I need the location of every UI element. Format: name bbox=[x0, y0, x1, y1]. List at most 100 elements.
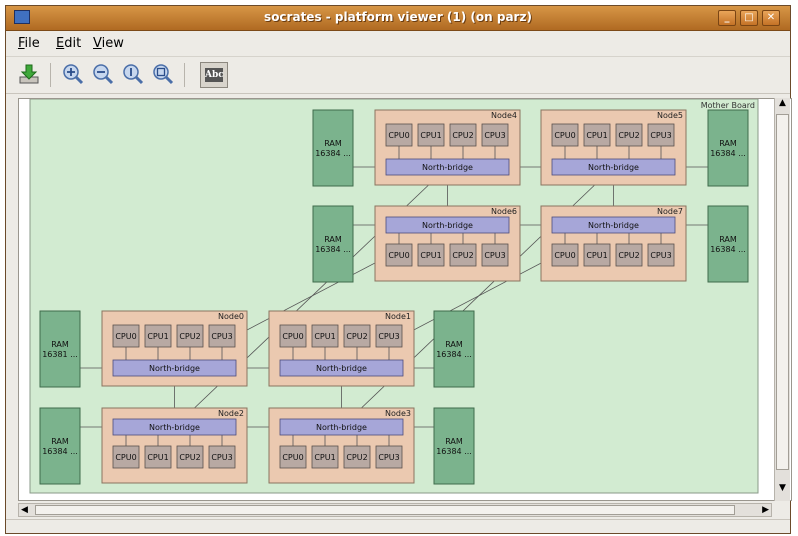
cpu-label: CPU3 bbox=[378, 332, 399, 341]
toolbar-separator bbox=[184, 63, 185, 87]
cpu-label: CPU1 bbox=[314, 453, 335, 462]
cpu-label: CPU1 bbox=[586, 131, 607, 140]
ram-label: RAM bbox=[324, 139, 342, 148]
ram-size-label: 16384 ... bbox=[315, 245, 351, 254]
ram-label: RAM bbox=[324, 235, 342, 244]
ram-size-label: 16384 ... bbox=[710, 245, 746, 254]
cpu-label: CPU1 bbox=[314, 332, 335, 341]
toolbar: Abc bbox=[6, 56, 790, 94]
horizontal-scrollbar[interactable]: ◀ ▶ bbox=[18, 503, 772, 517]
ram-module bbox=[312, 109, 354, 187]
zoom-100-icon[interactable] bbox=[122, 63, 144, 85]
scroll-left-arrow-icon[interactable]: ◀ bbox=[21, 504, 28, 516]
cpu-label: CPU3 bbox=[484, 131, 505, 140]
cpu-label: CPU0 bbox=[388, 251, 409, 260]
cpu-label: CPU0 bbox=[554, 131, 575, 140]
ram-module bbox=[39, 310, 81, 388]
north-bridge-label: North-bridge bbox=[316, 364, 367, 373]
node-label: Node7 bbox=[657, 207, 683, 216]
horizontal-scroll-thumb[interactable] bbox=[35, 505, 735, 515]
ram-module bbox=[707, 205, 749, 283]
north-bridge-label: North-bridge bbox=[149, 423, 200, 432]
app-window: socrates - platform viewer (1) (on parz)… bbox=[5, 5, 792, 534]
ram-size-label: 16384 ... bbox=[436, 447, 472, 456]
north-bridge-label: North-bridge bbox=[149, 364, 200, 373]
cpu-label: CPU3 bbox=[378, 453, 399, 462]
ram-size-label: 16384 ... bbox=[710, 149, 746, 158]
cpu-label: CPU2 bbox=[452, 251, 473, 260]
cpu-label: CPU0 bbox=[115, 453, 136, 462]
cpu-label: CPU1 bbox=[147, 332, 168, 341]
cpu-label: CPU1 bbox=[586, 251, 607, 260]
text-toggle-label: Abc bbox=[205, 68, 224, 82]
cpu-label: CPU3 bbox=[211, 332, 232, 341]
cpu-label: CPU2 bbox=[452, 131, 473, 140]
zoom-in-icon[interactable] bbox=[62, 63, 84, 85]
cpu-label: CPU1 bbox=[147, 453, 168, 462]
cpu-label: CPU1 bbox=[420, 251, 441, 260]
ram-size-label: 16384 ... bbox=[436, 350, 472, 359]
cpu-label: CPU2 bbox=[346, 332, 367, 341]
menu-file[interactable]: File bbox=[18, 36, 40, 51]
menu-bar: File Edit View bbox=[6, 31, 790, 55]
node-label: Node4 bbox=[491, 111, 517, 120]
ram-module bbox=[39, 407, 81, 485]
maximize-button[interactable]: □ bbox=[740, 10, 758, 26]
ram-size-label: 16381 ... bbox=[42, 350, 78, 359]
north-bridge-label: North-bridge bbox=[422, 221, 473, 230]
ram-module bbox=[433, 407, 475, 485]
ram-label: RAM bbox=[719, 235, 737, 244]
cpu-label: CPU3 bbox=[650, 251, 671, 260]
north-bridge-label: North-bridge bbox=[588, 163, 639, 172]
cpu-label: CPU0 bbox=[282, 332, 303, 341]
close-button[interactable]: ✕ bbox=[762, 10, 780, 26]
text-toggle-button[interactable]: Abc bbox=[200, 62, 228, 88]
cpu-label: CPU3 bbox=[211, 453, 232, 462]
diagram-canvas[interactable]: Mother Board Node0 CPU0 CPU1 CPU2 CPU3 North-b… bbox=[18, 98, 792, 501]
ram-module bbox=[312, 205, 354, 283]
scroll-down-arrow-icon[interactable]: ▼ bbox=[776, 483, 789, 497]
menu-view[interactable]: View bbox=[93, 36, 124, 51]
cpu-label: CPU0 bbox=[115, 332, 136, 341]
node-label: Node6 bbox=[491, 207, 517, 216]
ram-label: RAM bbox=[719, 139, 737, 148]
scroll-right-arrow-icon[interactable]: ▶ bbox=[762, 504, 769, 516]
cpu-label: CPU2 bbox=[179, 332, 200, 341]
ram-label: RAM bbox=[51, 437, 69, 446]
zoom-fit-icon[interactable] bbox=[152, 63, 174, 85]
mother-board-label: Mother Board bbox=[701, 101, 755, 110]
node-label: Node2 bbox=[218, 409, 244, 418]
ram-module bbox=[707, 109, 749, 187]
cpu-label: CPU3 bbox=[484, 251, 505, 260]
cpu-label: CPU1 bbox=[420, 131, 441, 140]
node-label: Node1 bbox=[385, 312, 411, 321]
ram-size-label: 16384 ... bbox=[42, 447, 78, 456]
ram-label: RAM bbox=[445, 437, 463, 446]
cpu-label: CPU2 bbox=[618, 131, 639, 140]
node-label: Node3 bbox=[385, 409, 411, 418]
node-label: Node0 bbox=[218, 312, 244, 321]
menu-edit[interactable]: Edit bbox=[56, 36, 81, 51]
download-icon[interactable] bbox=[18, 63, 40, 85]
cpu-label: CPU2 bbox=[618, 251, 639, 260]
title-bar[interactable]: socrates - platform viewer (1) (on parz)… bbox=[6, 6, 790, 31]
cpu-label: CPU3 bbox=[650, 131, 671, 140]
vertical-scroll-thumb[interactable] bbox=[776, 114, 789, 470]
north-bridge-label: North-bridge bbox=[588, 221, 639, 230]
status-bar bbox=[6, 519, 790, 534]
north-bridge-label: North-bridge bbox=[422, 163, 473, 172]
minimize-button[interactable]: _ bbox=[718, 10, 736, 26]
north-bridge-label: North-bridge bbox=[316, 423, 367, 432]
ram-label: RAM bbox=[51, 340, 69, 349]
cpu-label: CPU0 bbox=[282, 453, 303, 462]
toolbar-separator bbox=[50, 63, 51, 87]
cpu-label: CPU2 bbox=[179, 453, 200, 462]
ram-module bbox=[433, 310, 475, 388]
scroll-up-arrow-icon[interactable]: ▲ bbox=[776, 98, 789, 112]
node-label: Node5 bbox=[657, 111, 683, 120]
platform-diagram: Mother Board Node0 CPU0 CPU1 CPU2 CPU3 North-b… bbox=[29, 99, 759, 494]
zoom-out-icon[interactable] bbox=[92, 63, 114, 85]
vertical-scrollbar[interactable]: ▲ ▼ bbox=[774, 98, 790, 501]
ram-size-label: 16384 ... bbox=[315, 149, 351, 158]
cpu-label: CPU2 bbox=[346, 453, 367, 462]
